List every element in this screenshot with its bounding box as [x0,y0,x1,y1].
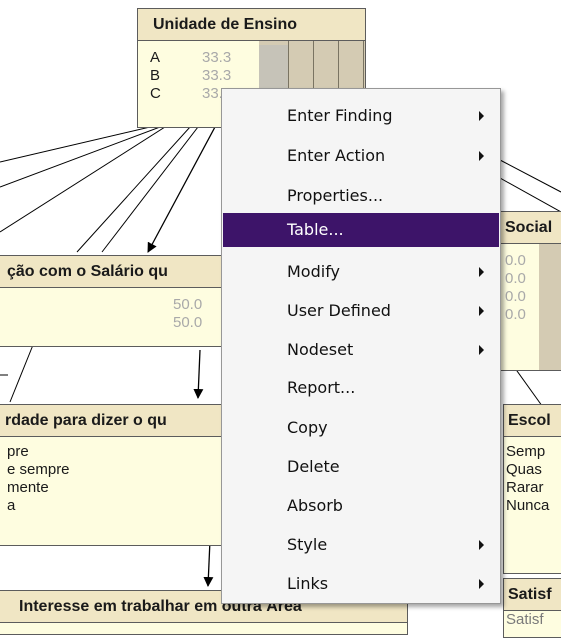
menu-item-absorb[interactable]: Absorb [223,489,499,523]
menu-item-label: Table... [287,220,344,239]
state-label: Semp [506,443,546,460]
menu-item-label: Modify [287,262,341,281]
node-title: Unidade de Ensino [138,9,365,41]
state-row: pre [0,443,232,461]
submenu-arrow-icon [479,306,484,316]
menu-item-table[interactable]: Table... [223,213,499,247]
menu-item-report[interactable]: Report... [223,371,499,405]
menu-item-label: Style [287,535,328,554]
menu-item-modify[interactable]: Modify [223,255,499,289]
menu-item-label: Delete [287,457,340,476]
link-salario-liberdade [9,339,36,403]
node-social[interactable]: Social 0.0 0.0 0.0 0.0 [500,211,561,371]
state-row: 50.0 [0,296,232,314]
node-title: Satisf [504,579,561,611]
submenu-arrow-icon [479,111,484,121]
state-row: a [0,497,232,515]
link-unidade-left2 [0,126,161,188]
link-unidade-left [0,126,151,163]
menu-item-enter-action[interactable]: Enter Action [223,139,499,173]
state-row: B 33.3 [138,67,365,85]
menu-item-nodeset[interactable]: Nodeset [223,333,499,367]
node-escolha[interactable]: Escol Semp Quas Rarar Nunca [503,404,561,574]
submenu-arrow-icon [479,345,484,355]
menu-item-label: Absorb [287,496,343,515]
state-label: C [150,85,161,102]
menu-item-label: User Defined [287,301,391,320]
state-value: 0.0 [505,306,526,323]
state-label: Quas [506,461,542,478]
state-row: 0.0 [501,306,561,324]
node-liberdade[interactable]: rdade para dizer o qu pre e sempre mente… [0,404,233,546]
state-row: 50.0 [0,314,232,332]
link-unidade-right [499,159,561,193]
state-row: Nunca [504,497,561,515]
state-row: 0.0 [501,288,561,306]
menu-item-label: Links [287,574,329,593]
link-liberdade-interesse-arrow [203,539,214,587]
state-value: 0.0 [505,270,526,287]
state-row: Semp [504,443,561,461]
state-label: mente [7,479,49,496]
submenu-arrow-icon [479,267,484,277]
state-row: 0.0 [501,252,561,270]
state-row: e sempre [0,461,232,479]
menu-item-label: Copy [287,418,328,437]
state-row: mente [0,479,232,497]
state-row: 0.0 [501,270,561,288]
state-label: e sempre [7,461,70,478]
menu-item-copy[interactable]: Copy [223,411,499,445]
submenu-arrow-icon [479,540,484,550]
node-title: rdade para dizer o qu [0,405,232,437]
menu-item-style[interactable]: Style [223,528,499,562]
state-label: pre [7,443,29,460]
state-label: A [150,49,161,66]
menu-item-label: Enter Action [287,146,386,165]
node-title: Escol [504,405,561,437]
state-value: 0.0 [505,252,526,269]
state-value: 50.0 [173,314,203,331]
link-unidade-salario-arrow [147,126,216,253]
menu-item-user-defined[interactable]: User Defined [223,294,499,328]
state-label: Rarar [506,479,544,496]
submenu-arrow-icon [479,579,484,589]
node-satisfacao[interactable]: Satisf Satisf [503,578,561,638]
node-title: ção com o Salário qu [0,256,232,288]
link-unidade-salario-b [101,126,199,253]
state-row: A 33.3 [138,49,365,67]
link-unidade-right2 [499,177,561,213]
menu-item-links[interactable]: Links [223,567,499,601]
state-row: Rarar [504,479,561,497]
context-menu[interactable]: Enter Finding Enter Action Properties...… [221,88,501,604]
menu-item-label: Enter Finding [287,106,393,125]
submenu-arrow-icon [479,151,484,161]
link-salario-liberdade-arrow [193,349,204,399]
menu-item-delete[interactable]: Delete [223,450,499,484]
menu-item-label: Report... [287,378,356,397]
menu-item-label: Properties... [287,186,384,205]
network-canvas[interactable]: Unidade de Ensino A 33.3 B 33.3 C 33.3 ç… [0,0,561,638]
link-unidade-salario-a [76,126,191,253]
menu-item-enter-finding[interactable]: Enter Finding [223,99,499,133]
state-label: a [7,497,16,514]
state-value: 50.0 [173,296,203,313]
state-value: 33.3 [202,67,232,84]
state-label: Nunca [506,497,550,514]
state-label: Satisf [506,611,544,628]
node-satisfacao-salario[interactable]: ção com o Salário qu 50.0 50.0 [0,255,233,347]
state-row: Satisf [504,611,561,629]
state-row: Quas [504,461,561,479]
state-value: 0.0 [505,288,526,305]
node-title: Social [501,212,561,244]
menu-item-properties[interactable]: Properties... [223,179,499,213]
state-label: B [150,67,161,84]
state-value: 33.3 [202,49,232,66]
menu-item-label: Nodeset [287,340,354,359]
